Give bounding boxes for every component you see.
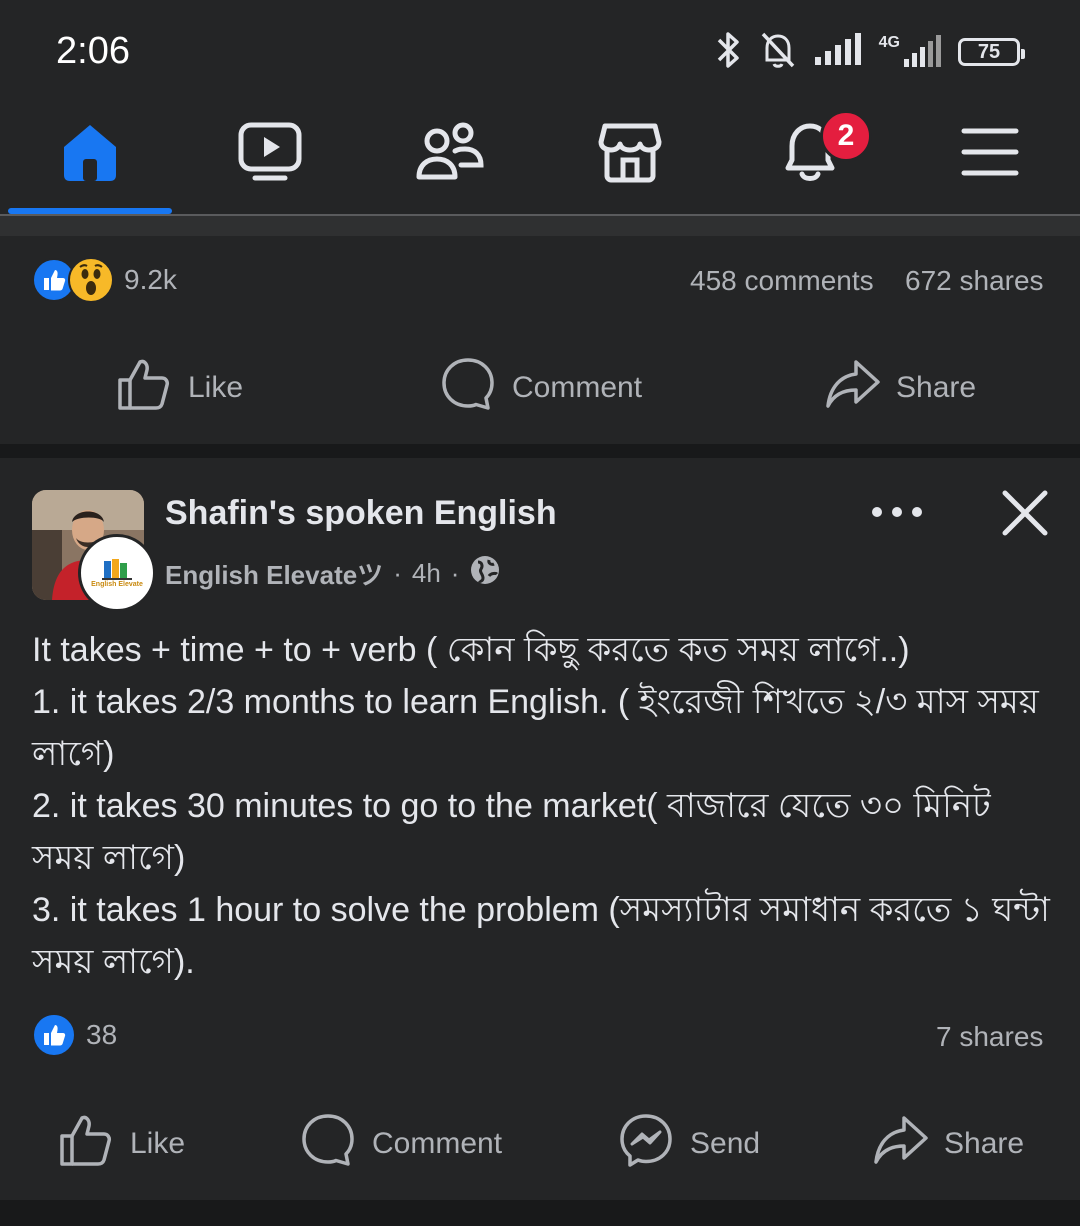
send-label: Send xyxy=(690,1127,761,1160)
signal-icon xyxy=(813,32,863,72)
comment-label: Comment xyxy=(372,1127,503,1160)
bell-off-icon xyxy=(759,30,797,75)
share-icon xyxy=(872,1112,928,1176)
bluetooth-icon xyxy=(715,30,743,75)
prev-comments-count[interactable]: 458 comments xyxy=(690,265,874,297)
post-body: It takes + time + to + verb ( কোন কিছু ক… xyxy=(32,624,1052,988)
feed-edge xyxy=(0,216,1080,236)
send-button[interactable]: Send xyxy=(618,1112,760,1176)
thumbs-up-icon xyxy=(58,1112,114,1176)
comment-icon xyxy=(300,1112,356,1176)
status-icons: 4G 75 xyxy=(715,28,1025,76)
dot-separator: · xyxy=(450,558,460,588)
menu-icon xyxy=(960,125,1020,184)
home-icon xyxy=(58,121,122,188)
battery-level: 75 xyxy=(977,40,1001,63)
like-label: Like xyxy=(130,1127,186,1160)
post-separator xyxy=(0,444,1080,458)
dot-separator: · xyxy=(393,558,402,588)
globe-icon xyxy=(469,554,501,593)
more-options-icon xyxy=(870,507,924,528)
notification-badge: 2 xyxy=(820,109,872,162)
video-icon xyxy=(237,121,303,188)
nav-notifications[interactable]: 2 xyxy=(774,109,872,190)
post-options-button[interactable] xyxy=(870,500,924,529)
post-line: It takes + time + to + verb ( কোন কিছু ক… xyxy=(32,631,910,669)
friends-icon xyxy=(415,121,485,188)
messenger-icon xyxy=(618,1112,674,1176)
thumbs-up-icon xyxy=(116,356,172,420)
prev-like-label: Like xyxy=(188,371,244,404)
signal-4g-icon: 4G xyxy=(879,35,942,69)
post-shares-count[interactable]: 7 shares xyxy=(936,1021,1043,1053)
post-reaction-count: 38 xyxy=(86,1019,118,1050)
comment-icon xyxy=(440,356,496,420)
post-separator xyxy=(0,1200,1080,1226)
post-line: 3. it takes 1 hour to solve the problem … xyxy=(32,891,1050,981)
post-line: 2. it takes 30 minutes to go to the mark… xyxy=(32,787,991,877)
battery-icon: 75 xyxy=(958,38,1025,66)
like-reaction-icon xyxy=(32,1013,76,1057)
prev-comment-button[interactable]: Comment xyxy=(440,356,642,420)
share-icon xyxy=(824,356,880,420)
share-button[interactable]: Share xyxy=(872,1112,1024,1176)
hide-post-button[interactable] xyxy=(1000,488,1050,543)
page-logo-text: English Elevate xyxy=(91,581,143,588)
status-time: 2:06 xyxy=(56,30,130,72)
post-time[interactable]: 4h xyxy=(412,558,441,589)
wow-reaction-icon xyxy=(68,257,114,303)
group-name[interactable]: English Elevateツ xyxy=(165,555,383,592)
post-line: 1. it takes 2/3 months to learn English.… xyxy=(32,683,1039,773)
close-icon xyxy=(1000,490,1050,542)
bell-icon: 2 xyxy=(778,109,872,189)
post-subtitle: English Elevateツ · 4h · xyxy=(165,554,501,593)
nav-friends[interactable] xyxy=(414,118,486,190)
nav-marketplace[interactable] xyxy=(594,118,666,190)
prev-shares-count[interactable]: 672 shares xyxy=(905,265,1044,297)
comment-button[interactable]: Comment xyxy=(300,1112,502,1176)
nav-video[interactable] xyxy=(234,118,306,190)
prev-share-button[interactable]: Share xyxy=(824,356,976,420)
marketplace-icon xyxy=(597,120,663,189)
prev-reaction-count: 9.2k xyxy=(124,264,177,295)
prev-comment-label: Comment xyxy=(512,371,643,404)
post-author-title[interactable]: Shafin's spoken English xyxy=(165,494,557,533)
prev-like-button[interactable]: Like xyxy=(116,356,243,420)
share-label: Share xyxy=(944,1127,1025,1160)
nav-menu[interactable] xyxy=(954,118,1026,190)
prev-reactions[interactable]: 9.2k xyxy=(32,257,177,303)
page-logo-avatar[interactable]: English Elevate xyxy=(78,534,156,612)
nav-home[interactable] xyxy=(54,118,126,190)
network-label: 4G xyxy=(878,34,900,51)
prev-share-label: Share xyxy=(896,371,977,404)
post-reactions[interactable]: 38 xyxy=(32,1013,117,1057)
like-button[interactable]: Like xyxy=(58,1112,185,1176)
